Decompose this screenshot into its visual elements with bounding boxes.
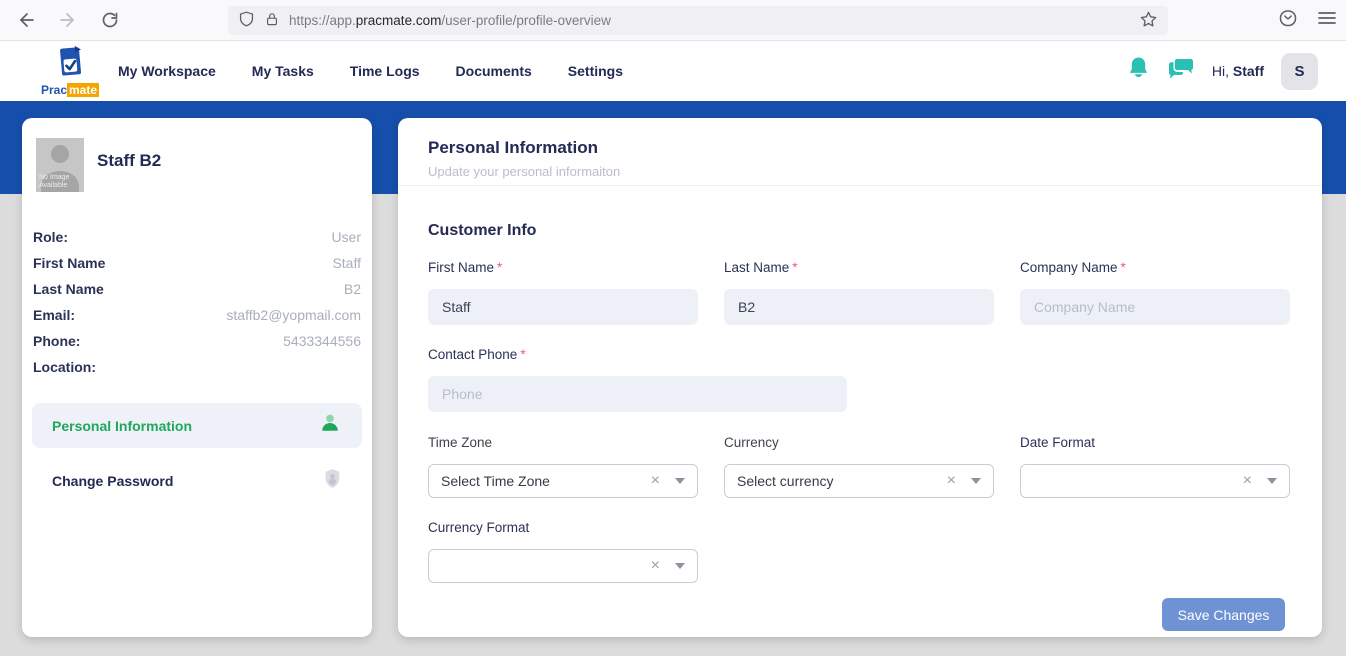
browser-forward-icon[interactable] [58,10,78,30]
contact-phone-label: Contact Phone* [428,347,526,362]
card-subtitle: Update your personal informaiton [428,164,1292,179]
currency-field-group: Currency Select currency [724,434,994,498]
sidebar-item-change-password[interactable]: Change Password [32,460,362,502]
save-changes-button[interactable]: Save Changes [1162,598,1285,631]
brand-name: Pracmate [34,84,106,96]
currency-format-field-group: Currency Format [428,519,698,583]
messages-chat-icon[interactable] [1167,57,1195,86]
url-path: /user-profile/profile-overview [441,13,611,28]
contact-phone-input[interactable] [428,376,847,412]
user-greeting: Hi, Staff [1212,63,1264,79]
required-asterisk: * [792,260,797,275]
detail-row-email: Email: staffb2@yopmail.com [33,302,361,328]
chevron-down-icon[interactable] [675,478,685,484]
main-nav: My Workspace My Tasks Time Logs Document… [118,41,623,101]
company-name-input[interactable] [1020,289,1290,325]
profile-sidebar-card: No Image Available Staff B2 Role: User F… [22,118,372,637]
first-name-input[interactable] [428,289,698,325]
pocket-icon[interactable] [1278,8,1298,33]
nav-item-my-tasks[interactable]: My Tasks [252,63,314,79]
detail-row-location: Location: [33,354,361,380]
bookmark-star-icon[interactable] [1139,10,1158,32]
section-title-customer-info: Customer Info [428,222,536,240]
last-name-label: Last Name* [724,260,798,275]
currency-label: Currency [724,435,779,450]
first-name-label: First Name* [428,260,502,275]
contact-phone-field-group: Contact Phone* [428,346,847,412]
time-zone-select[interactable]: Select Time Zone [428,464,698,498]
detail-row-phone: Phone: 5433344556 [33,328,361,354]
last-name-field-group: Last Name* [724,259,994,325]
clear-icon[interactable] [1243,473,1252,489]
profile-name: Staff B2 [97,151,161,171]
user-avatar[interactable]: S [1281,53,1318,90]
brand-clipboard-icon [54,45,86,81]
chevron-down-icon[interactable] [971,478,981,484]
currency-format-select[interactable] [428,549,698,583]
date-format-field-group: Date Format [1020,434,1290,498]
lock-icon[interactable] [264,10,280,31]
chevron-down-icon[interactable] [675,563,685,569]
first-name-field-group: First Name* [428,259,698,325]
nav-item-time-logs[interactable]: Time Logs [350,63,420,79]
person-icon [319,412,341,439]
card-header: Personal Information Update your persona… [398,118,1322,186]
menu-hamburger-icon[interactable] [1318,10,1336,31]
notifications-bell-icon[interactable] [1127,56,1150,86]
currency-format-label: Currency Format [428,520,529,535]
clear-icon[interactable] [947,473,956,489]
nav-item-my-workspace[interactable]: My Workspace [118,63,216,79]
date-format-select[interactable] [1020,464,1290,498]
no-image-caption: No Image Available [39,174,69,190]
clear-icon[interactable] [651,473,660,489]
nav-item-documents[interactable]: Documents [456,63,532,79]
app-navbar: Pracmate My Workspace My Tasks Time Logs… [0,41,1346,101]
detail-row-last-name: Last Name B2 [33,276,361,302]
url-bar[interactable]: https://app.pracmate.com/user-profile/pr… [228,6,1168,35]
detail-row-first-name: First Name Staff [33,250,361,276]
company-name-field-group: Company Name* [1020,259,1290,325]
clear-icon[interactable] [651,558,660,574]
chevron-down-icon[interactable] [1267,478,1277,484]
url-scheme: https://app. [289,13,356,28]
shield-icon[interactable] [238,10,255,31]
required-asterisk: * [497,260,502,275]
currency-select[interactable]: Select currency [724,464,994,498]
nav-item-settings[interactable]: Settings [568,63,623,79]
last-name-input[interactable] [724,289,994,325]
browser-toolbar: https://app.pracmate.com/user-profile/pr… [0,0,1346,41]
sidebar-item-personal-information[interactable]: Personal Information [32,403,362,448]
required-asterisk: * [520,347,525,362]
profile-avatar-placeholder: No Image Available [36,138,84,192]
time-zone-label: Time Zone [428,435,492,450]
browser-back-icon[interactable] [16,10,36,30]
shield-person-icon [324,468,341,494]
required-asterisk: * [1121,260,1126,275]
card-title: Personal Information [428,138,1292,158]
detail-row-role: Role: User [33,224,361,250]
company-name-label: Company Name* [1020,260,1126,275]
personal-information-card: Personal Information Update your persona… [398,118,1322,637]
brand-logo[interactable]: Pracmate [34,45,106,96]
date-format-label: Date Format [1020,435,1095,450]
url-domain: pracmate.com [356,13,442,28]
time-zone-field-group: Time Zone Select Time Zone [428,434,698,498]
browser-reload-icon[interactable] [100,10,120,30]
profile-details-list: Role: User First Name Staff Last Name B2… [33,224,361,380]
